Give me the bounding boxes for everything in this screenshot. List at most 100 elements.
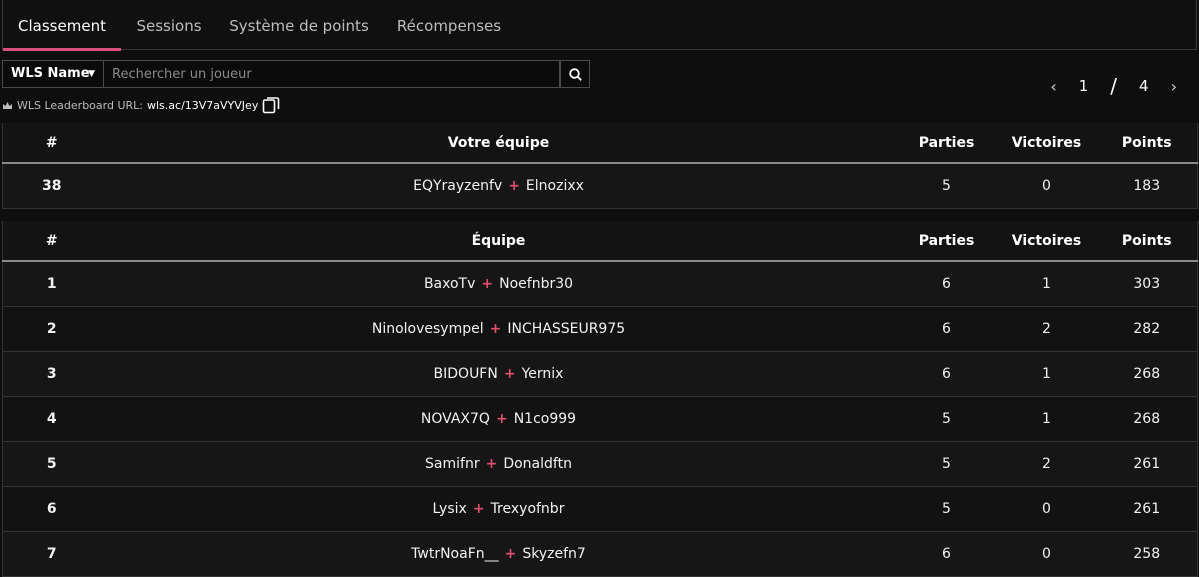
games-cell: 5 xyxy=(896,163,997,209)
plus-icon: + xyxy=(485,456,498,472)
crown-icon xyxy=(3,101,12,109)
wins-cell: 0 xyxy=(996,531,1097,577)
wins-cell: 2 xyxy=(996,441,1097,487)
team-cell: NOVAX7Q + N1co999 xyxy=(100,396,897,442)
player-name: Ninolovesympel xyxy=(371,321,484,337)
plus-icon: + xyxy=(508,178,520,194)
chevron-right-icon[interactable]: › xyxy=(1171,77,1177,96)
plus-icon: + xyxy=(472,501,485,517)
games-header: Parties xyxy=(896,221,997,262)
points-header: Points xyxy=(1096,221,1198,262)
wins-header: Victoires xyxy=(996,123,1097,164)
wins-cell: 2 xyxy=(996,306,1097,352)
team-cell: Samifnr + Donaldftn xyxy=(100,441,897,487)
table-row: 38 EQYrayzenfv + Elnozixx 5 0 183 xyxy=(2,163,1198,209)
plus-icon: + xyxy=(489,321,502,337)
tab-classement[interactable]: Classement xyxy=(3,0,121,51)
caret-down-icon: ▼ xyxy=(88,69,95,79)
chevron-left-icon[interactable]: ‹ xyxy=(1050,77,1056,96)
rank-cell: 3 xyxy=(2,351,101,397)
tab-recompenses[interactable]: Récompenses xyxy=(387,0,511,50)
current-page: 1 xyxy=(1078,77,1089,95)
points-cell: 258 xyxy=(1096,531,1198,577)
search-type-dropdown[interactable]: WLS Name ▼ xyxy=(2,60,104,88)
points-cell: 268 xyxy=(1096,351,1198,397)
team-cell: Lysix + Trexyofnbr xyxy=(100,486,897,532)
games-cell: 5 xyxy=(896,441,997,487)
games-cell: 6 xyxy=(896,261,997,307)
leaderboard-table: # Équipe Parties Victoires Points 1 Baxo… xyxy=(2,221,1198,577)
table-header-row: # Votre équipe Parties Victoires Points xyxy=(2,123,1198,164)
plus-icon: + xyxy=(481,276,494,292)
copy-icon[interactable] xyxy=(262,96,280,114)
points-cell: 261 xyxy=(1096,441,1198,487)
games-header: Parties xyxy=(896,123,997,164)
rank-cell: 1 xyxy=(2,261,101,307)
table-row: 3 BIDOUFN + Yernix 6 1 268 xyxy=(2,351,1198,397)
leaderboard-url: WLS Leaderboard URL: wls.ac/13V7aVYVJey xyxy=(2,96,280,114)
player-name: Trexyofnbr xyxy=(490,501,565,517)
page-separator: / xyxy=(1110,74,1118,98)
url-label: WLS Leaderboard URL: xyxy=(17,98,143,112)
table-header-row: # Équipe Parties Victoires Points xyxy=(2,221,1198,262)
team-header: Équipe xyxy=(100,221,897,262)
rank-cell: 6 xyxy=(2,486,101,532)
table-row: 1 BaxoTv + Noefnbr30 6 1 303 xyxy=(2,261,1198,307)
table-row: 7 TwtrNoaFn__ + Skyzefn7 6 0 258 xyxy=(2,531,1198,577)
rank-cell: 5 xyxy=(2,441,101,487)
team-cell: BIDOUFN + Yernix xyxy=(100,351,897,397)
rank-cell: 38 xyxy=(2,163,101,209)
pagination: ‹ 1 / 4 › xyxy=(1050,74,1177,98)
games-cell: 6 xyxy=(896,351,997,397)
points-cell: 183 xyxy=(1096,163,1198,209)
rank-header: # xyxy=(2,221,101,262)
team-cell: TwtrNoaFn__ + Skyzefn7 xyxy=(100,531,897,577)
player-name: BaxoTv xyxy=(423,276,476,292)
player-name: Samifnr xyxy=(425,456,480,472)
wins-header: Victoires xyxy=(996,221,1097,262)
search-button[interactable] xyxy=(560,60,590,88)
games-cell: 6 xyxy=(896,531,997,577)
wins-cell: 1 xyxy=(996,351,1097,397)
player-name: Lysix xyxy=(432,501,467,517)
player-name: EQYrayzenfv xyxy=(413,178,503,194)
rank-cell: 4 xyxy=(2,396,101,442)
table-row: 4 NOVAX7Q + N1co999 5 1 268 xyxy=(2,396,1198,442)
tab-sessions[interactable]: Sessions xyxy=(127,0,211,50)
team-cell: Ninolovesympel + INCHASSEUR975 xyxy=(100,306,897,352)
search-input[interactable] xyxy=(104,60,560,88)
player-name: N1co999 xyxy=(513,411,577,427)
tab-systeme-de-points[interactable]: Système de points xyxy=(221,0,377,50)
player-name: Elnozixx xyxy=(525,178,584,194)
points-cell: 261 xyxy=(1096,486,1198,532)
team-header: Votre équipe xyxy=(100,123,897,164)
plus-icon: + xyxy=(503,366,516,382)
dropdown-value: WLS Name xyxy=(11,66,90,81)
player-name: Yernix xyxy=(521,366,564,382)
plus-icon: + xyxy=(495,411,508,427)
search-icon xyxy=(569,68,582,81)
points-header: Points xyxy=(1096,123,1198,164)
player-name: BIDOUFN xyxy=(433,366,498,382)
team-cell: EQYrayzenfv + Elnozixx xyxy=(100,163,897,209)
url-link[interactable]: wls.ac/13V7aVYVJey xyxy=(147,99,258,112)
wins-cell: 1 xyxy=(996,396,1097,442)
total-pages: 4 xyxy=(1139,77,1149,95)
player-name: INCHASSEUR975 xyxy=(507,321,626,337)
points-cell: 282 xyxy=(1096,306,1198,352)
games-cell: 6 xyxy=(896,306,997,352)
tab-bar: Classement Sessions Système de points Ré… xyxy=(2,0,1197,51)
rank-cell: 7 xyxy=(2,531,101,577)
team-cell: BaxoTv + Noefnbr30 xyxy=(100,261,897,307)
player-name: Noefnbr30 xyxy=(499,276,574,292)
games-cell: 5 xyxy=(896,396,997,442)
games-cell: 5 xyxy=(896,486,997,532)
table-row: 2 Ninolovesympel + INCHASSEUR975 6 2 282 xyxy=(2,306,1198,352)
player-name: NOVAX7Q xyxy=(420,411,490,427)
rank-cell: 2 xyxy=(2,306,101,352)
points-cell: 268 xyxy=(1096,396,1198,442)
your-team-table: # Votre équipe Parties Victoires Points … xyxy=(2,123,1198,209)
player-name: Donaldftn xyxy=(503,456,572,472)
points-cell: 303 xyxy=(1096,261,1198,307)
wins-cell: 1 xyxy=(996,261,1097,307)
